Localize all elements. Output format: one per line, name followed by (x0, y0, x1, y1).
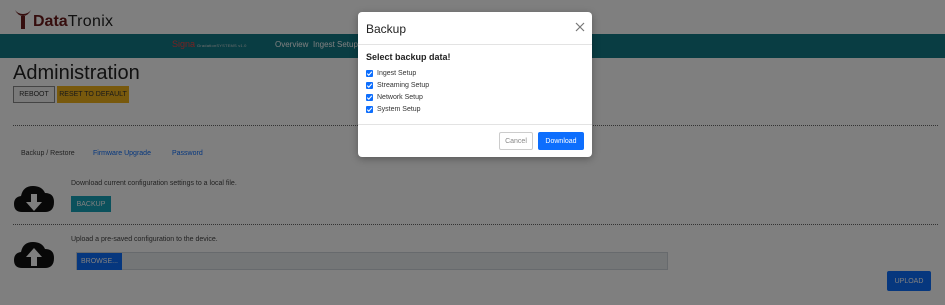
option-streaming-setup[interactable]: Streaming Setup (366, 80, 429, 90)
option-label: System Setup (377, 105, 421, 113)
modal-header-divider (358, 44, 592, 45)
backup-modal: Backup Select backup data! Ingest Setup … (358, 12, 592, 157)
modal-title: Backup (366, 22, 407, 36)
checkbox-checked-icon[interactable] (366, 69, 373, 77)
modal-heading: Select backup data! (366, 52, 451, 62)
cancel-button[interactable]: Cancel (499, 132, 533, 150)
option-label: Network Setup (377, 93, 423, 101)
checkbox-checked-icon[interactable] (366, 81, 373, 89)
option-ingest-setup[interactable]: Ingest Setup (366, 68, 416, 78)
checkbox-checked-icon[interactable] (366, 105, 373, 113)
modal-footer-divider (358, 124, 592, 125)
option-network-setup[interactable]: Network Setup (366, 92, 423, 102)
option-label: Streaming Setup (377, 81, 430, 89)
option-system-setup[interactable]: System Setup (366, 104, 421, 114)
download-button[interactable]: Download (538, 132, 584, 150)
option-label: Ingest Setup (377, 69, 417, 77)
close-icon[interactable] (574, 20, 586, 32)
checkbox-checked-icon[interactable] (366, 93, 373, 101)
